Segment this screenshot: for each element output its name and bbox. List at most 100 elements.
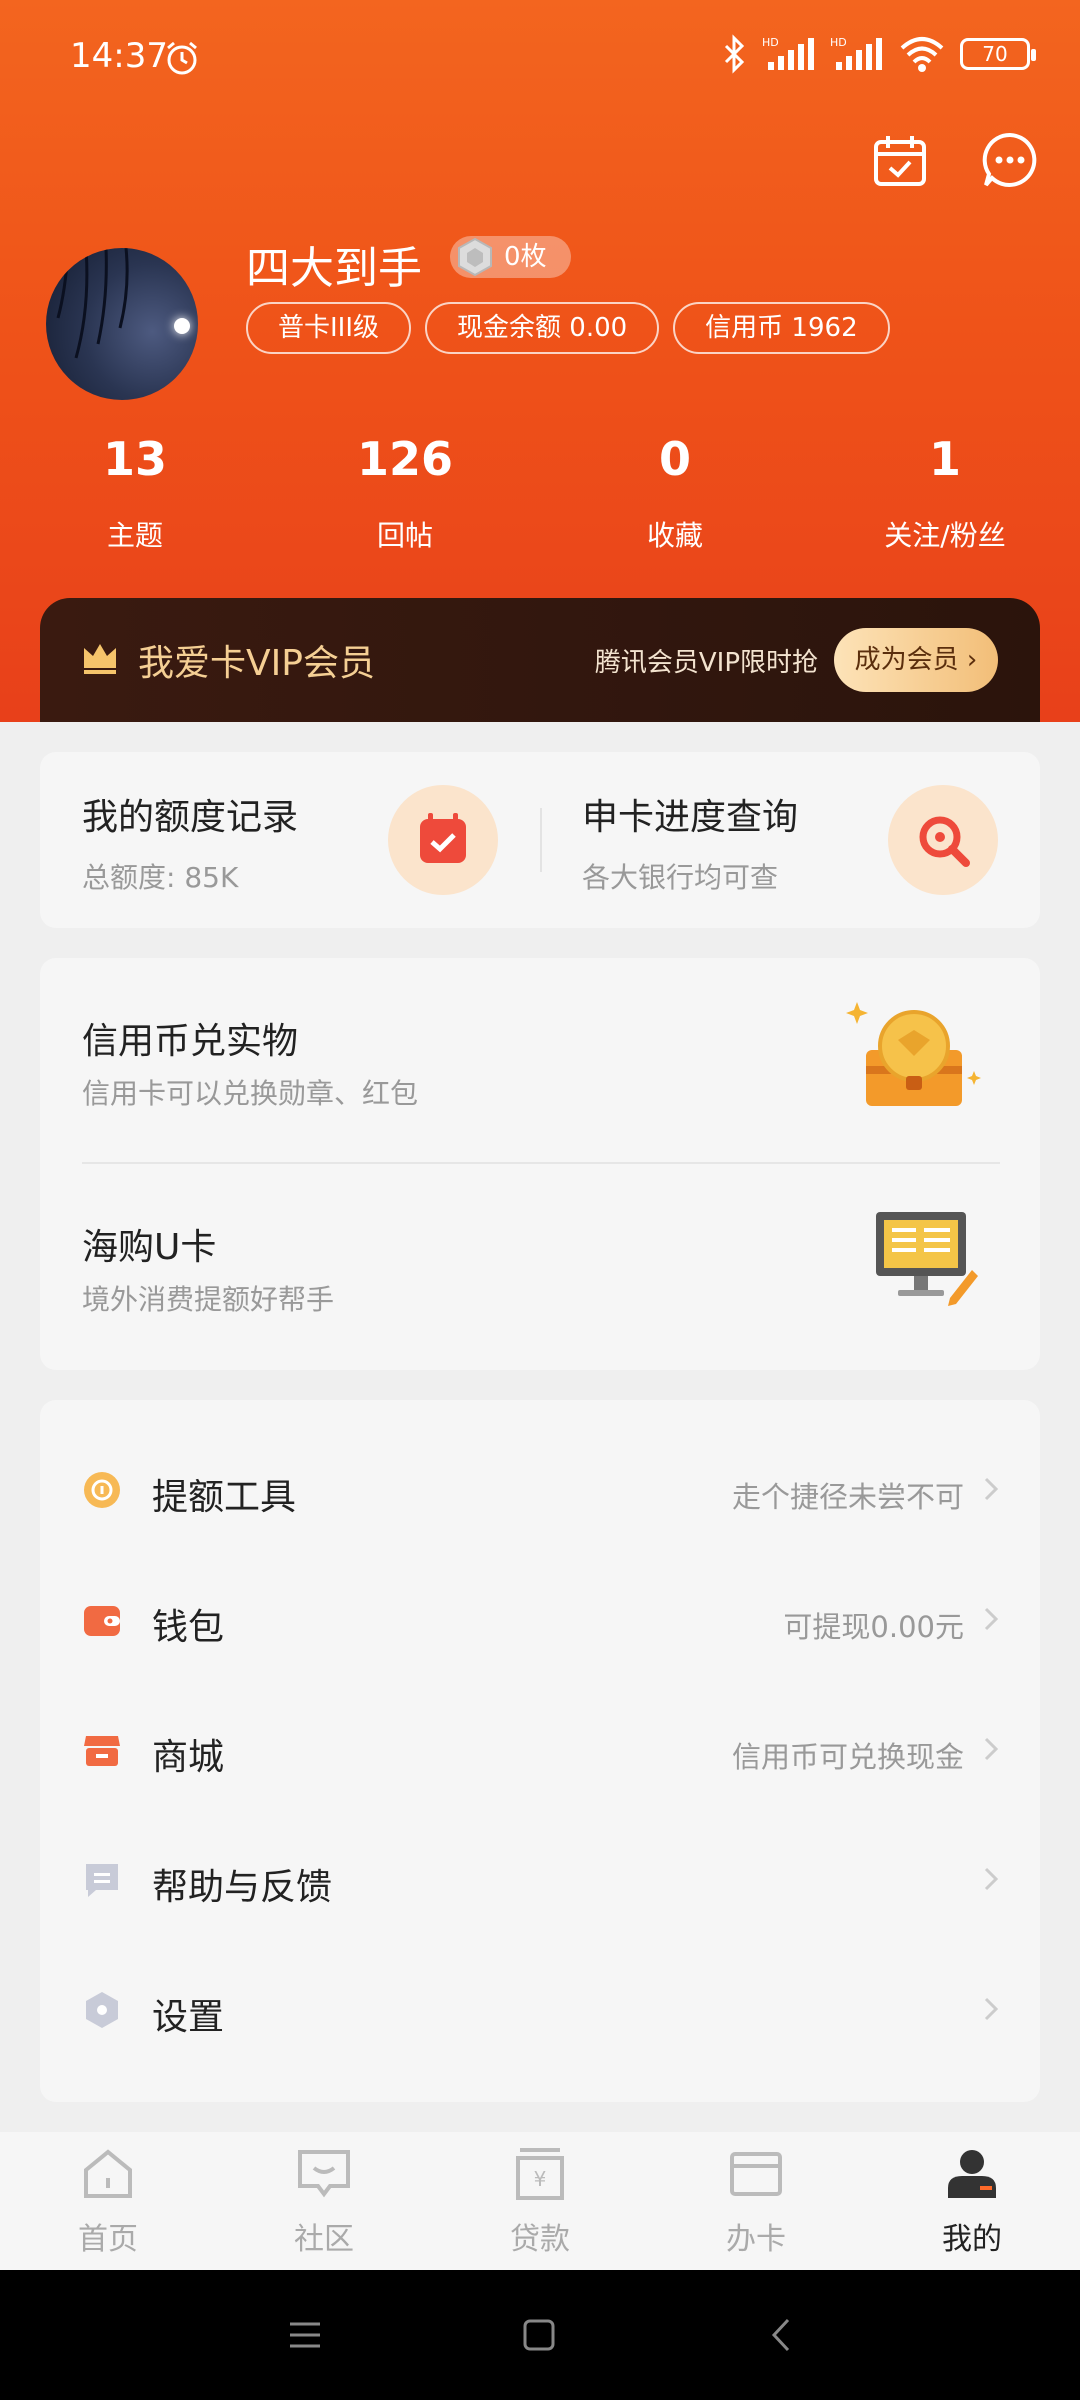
signal-icon-1: HD [762, 36, 814, 70]
stat-value: 126 [356, 432, 454, 486]
svg-text:¥: ¥ [534, 2167, 547, 2191]
wifi-icon [900, 37, 944, 72]
signal-icon-2: HD [830, 36, 882, 70]
tab-label: 贷款 [510, 2222, 570, 2257]
overseas-card-entry[interactable]: 海购U卡 境外消费提额好帮手 [40, 1164, 1040, 1370]
chevron-right-icon [984, 1867, 999, 1891]
back-icon[interactable] [758, 2312, 804, 2358]
tab-community[interactable]: 社区 [264, 2144, 384, 2258]
stat-value: 0 [658, 432, 691, 486]
stat-value: 13 [102, 432, 167, 486]
home-icon [84, 2149, 132, 2198]
avatar[interactable] [46, 248, 198, 400]
menu-label: 商城 [152, 1737, 225, 1778]
menu-label: 钱包 [152, 1607, 225, 1648]
menu-label: 帮助与反馈 [152, 1867, 333, 1908]
menu-label: 设置 [152, 1997, 225, 2038]
feature-title: 海购U卡 [82, 1227, 217, 1268]
vip-title: 我爱卡VIP会员 [138, 643, 375, 684]
calendar-icon [388, 785, 498, 895]
medal-badge[interactable]: 0枚 [450, 236, 571, 278]
vip-promo-text: 腾讯会员VIP限时抢 [594, 648, 818, 678]
treasure-chest-icon [846, 1002, 981, 1106]
stat-label: 回帖 [376, 519, 433, 552]
menu-item-settings[interactable]: 设置 [40, 1946, 1040, 2076]
menu-item-wallet[interactable]: 钱包 可提现0.00元 [40, 1556, 1040, 1686]
wallet-icon [84, 1606, 120, 1636]
feature-subtitle: 境外消费提额好帮手 [82, 1283, 335, 1316]
tab-label: 我的 [942, 2222, 1002, 2257]
chip-credit-coins[interactable]: 信用币 1962 [673, 302, 890, 354]
quota-record-entry[interactable]: 我的额度记录 总额度: 85K [40, 752, 540, 928]
stat-topics[interactable]: 13 主题 [15, 432, 255, 554]
computer-screen-icon [876, 1212, 978, 1306]
chevron-right-icon [984, 1997, 999, 2021]
menu-item-mall[interactable]: 商城 信用币可兑换现金 [40, 1686, 1040, 1816]
svg-text:HD: HD [830, 36, 847, 49]
menu-item-limit-tools[interactable]: 提额工具 走个捷径未尝不可 [40, 1426, 1040, 1556]
search-icon [888, 785, 998, 895]
coin-icon [84, 1472, 120, 1508]
menu-label: 提额工具 [152, 1477, 297, 1518]
battery-indicator: 70 [960, 38, 1036, 70]
quota-record-title: 我的额度记录 [82, 797, 299, 838]
quota-card: 我的额度记录 总额度: 85K 申卡进度查询 各大银行均可查 [40, 752, 1040, 928]
chevron-right-icon [984, 1607, 999, 1631]
status-time: 14:37 [70, 36, 168, 76]
stat-label: 关注/粉丝 [884, 519, 1006, 552]
menu-hint: 走个捷径未尝不可 [731, 1480, 964, 1514]
tab-loans[interactable]: ¥ 贷款 [480, 2144, 600, 2258]
alarm-icon [167, 41, 197, 75]
stat-favorites[interactable]: 0 收藏 [555, 432, 795, 554]
tab-label: 办卡 [726, 2222, 786, 2257]
stat-label: 收藏 [646, 519, 703, 552]
medal-count: 0枚 [504, 242, 547, 272]
stat-replies[interactable]: 126 回帖 [285, 432, 525, 554]
medal-icon [458, 237, 492, 277]
stat-value: 1 [928, 432, 961, 486]
bottom-tab-bar: 首页 社区 ¥ 贷款 办卡 我的 [0, 2132, 1080, 2270]
menu-item-help-feedback[interactable]: 帮助与反馈 [40, 1816, 1040, 1946]
user-icon [948, 2150, 996, 2198]
svg-text:HD: HD [762, 36, 779, 49]
feature-subtitle: 信用卡可以兑换勋章、红包 [82, 1077, 419, 1110]
menu-icon[interactable] [282, 2312, 328, 2358]
store-icon [84, 1736, 120, 1766]
feedback-icon [86, 1864, 118, 1897]
menu-list: 提额工具 走个捷径未尝不可 钱包 可提现0.00元 商城 信用币可兑换现金 帮助… [40, 1400, 1040, 2102]
calendar-checkin-icon[interactable] [870, 130, 930, 190]
become-member-label: 成为会员 [854, 645, 959, 675]
chevron-right-icon: › [958, 645, 978, 675]
settings-icon [86, 1992, 118, 2028]
application-progress-entry[interactable]: 申卡进度查询 各大银行均可查 [540, 752, 1040, 928]
bluetooth-icon [724, 34, 745, 74]
tab-mine[interactable]: 我的 [912, 2144, 1032, 2258]
status-icons: HD HD 70 [720, 34, 1036, 74]
profile-header: 14:37 HD HD 70 四大到手 0枚 普卡III级 现金余额 0.00 … [0, 0, 1080, 722]
vip-banner[interactable]: 我爱卡VIP会员 腾讯会员VIP限时抢 成为会员 › [40, 598, 1040, 722]
chip-card-level[interactable]: 普卡III级 [246, 302, 412, 354]
menu-hint: 信用币可兑换现金 [731, 1740, 964, 1774]
loan-icon: ¥ [516, 2148, 564, 2200]
tab-apply-card[interactable]: 办卡 [696, 2144, 816, 2258]
feature-card: 信用币兑实物 信用卡可以兑换勋章、红包 海购U卡 境外消费提额好帮手 [40, 958, 1040, 1370]
stat-follow-fans[interactable]: 1 关注/粉丝 [825, 432, 1065, 554]
crown-icon [84, 644, 116, 674]
tab-home[interactable]: 首页 [48, 2144, 168, 2258]
moon-decoration [174, 318, 190, 334]
credit-coin-exchange-entry[interactable]: 信用币兑实物 信用卡可以兑换勋章、红包 [40, 958, 1040, 1162]
chip-cash-balance[interactable]: 现金余额 0.00 [425, 302, 660, 354]
application-progress-title: 申卡进度查询 [582, 797, 799, 838]
credit-card-icon [730, 2152, 782, 2196]
username[interactable]: 四大到手 [246, 232, 422, 296]
chevron-right-icon [984, 1737, 999, 1761]
tab-label: 首页 [78, 2222, 138, 2257]
become-member-button[interactable]: 成为会员 › [834, 628, 998, 692]
application-progress-sub: 各大银行均可查 [582, 861, 779, 894]
system-navigation-bar [0, 2270, 1080, 2400]
stat-label: 主题 [106, 519, 163, 552]
home-button-icon[interactable] [516, 2312, 562, 2358]
status-bar: 14:37 HD HD 70 [0, 0, 1080, 120]
message-icon[interactable] [980, 130, 1040, 190]
menu-hint: 可提现0.00元 [783, 1610, 964, 1644]
